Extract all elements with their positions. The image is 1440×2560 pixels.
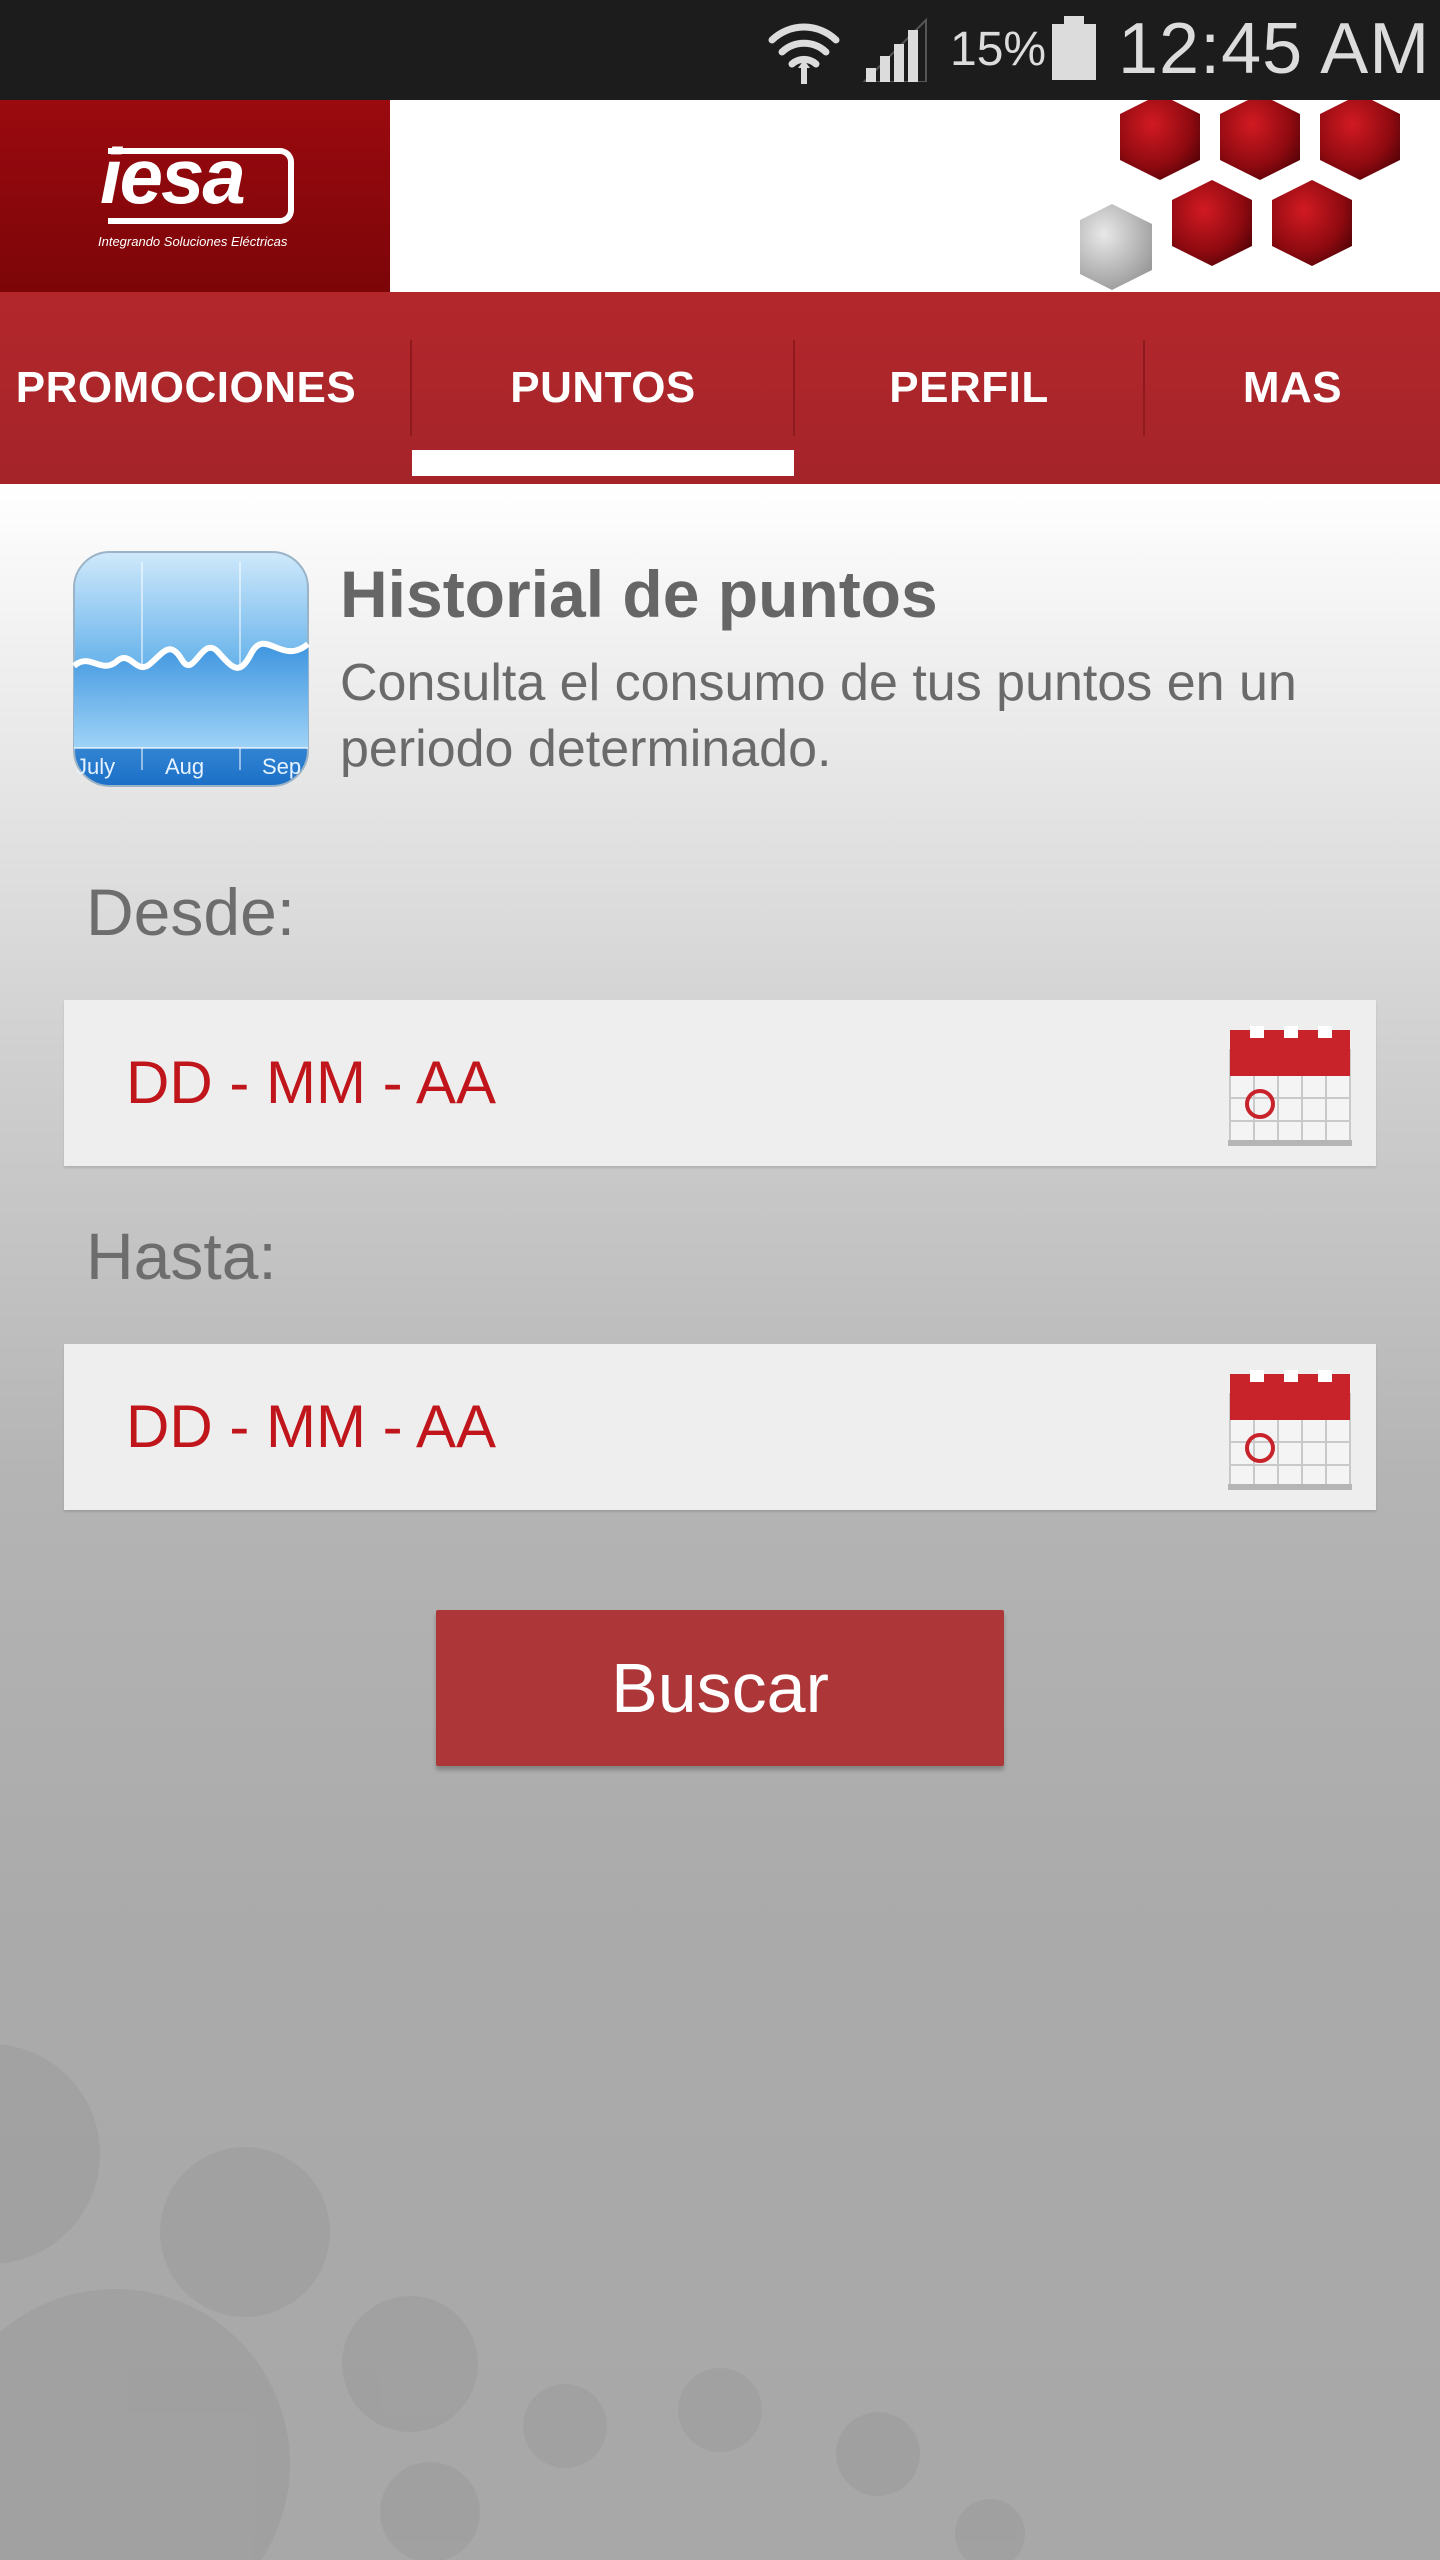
logo-tagline: Integrando Soluciones Eléctricas [98,234,288,249]
cell-signal-icon [862,18,927,82]
tab-perfil[interactable]: PERFIL [795,292,1143,484]
battery-icon [1052,16,1096,80]
logo: iesa Integrando Soluciones Eléctricas [0,100,390,292]
app-header: iesa Integrando Soluciones Eléctricas [0,100,1440,292]
points-history-screen: July Aug Sep Historial de puntos Consult… [0,484,1440,2560]
page-description: Consulta el consumo de tus puntos en un … [340,654,1297,778]
to-label: Hasta: [86,1219,277,1293]
hexagon-pattern-icon [1080,100,1400,290]
status-bar: 15% 12:45 AM [0,0,1440,100]
to-date-placeholder: DD - MM - AA [126,1393,496,1460]
icon-label-aug: Aug [165,754,204,779]
from-date-field[interactable]: DD - MM - AA [64,1000,1376,1166]
tab-bar: PROMOCIONES PUNTOS PERFIL MAS [0,292,1440,488]
tab-mas[interactable]: MAS [1145,292,1440,484]
calendar-icon[interactable] [1228,1370,1352,1490]
battery-percent: 15% [950,23,1047,76]
tab-promociones[interactable]: PROMOCIONES [0,292,412,484]
selected-tab-indicator [412,450,794,476]
clock: 12:45 AM [1118,9,1431,89]
from-date-placeholder: DD - MM - AA [126,1049,496,1116]
stocks-chart-icon: July Aug Sep [72,551,310,787]
background-bubbles [0,2044,1025,2560]
icon-label-july: July [76,754,115,779]
search-button[interactable]: Buscar [436,1610,1004,1766]
page-title: Historial de puntos [340,557,938,631]
calendar-icon[interactable] [1228,1026,1352,1146]
icon-label-sep: Sep [262,754,301,779]
from-label: Desde: [86,875,296,949]
to-date-field[interactable]: DD - MM - AA [64,1344,1376,1510]
wifi-icon [768,23,840,84]
